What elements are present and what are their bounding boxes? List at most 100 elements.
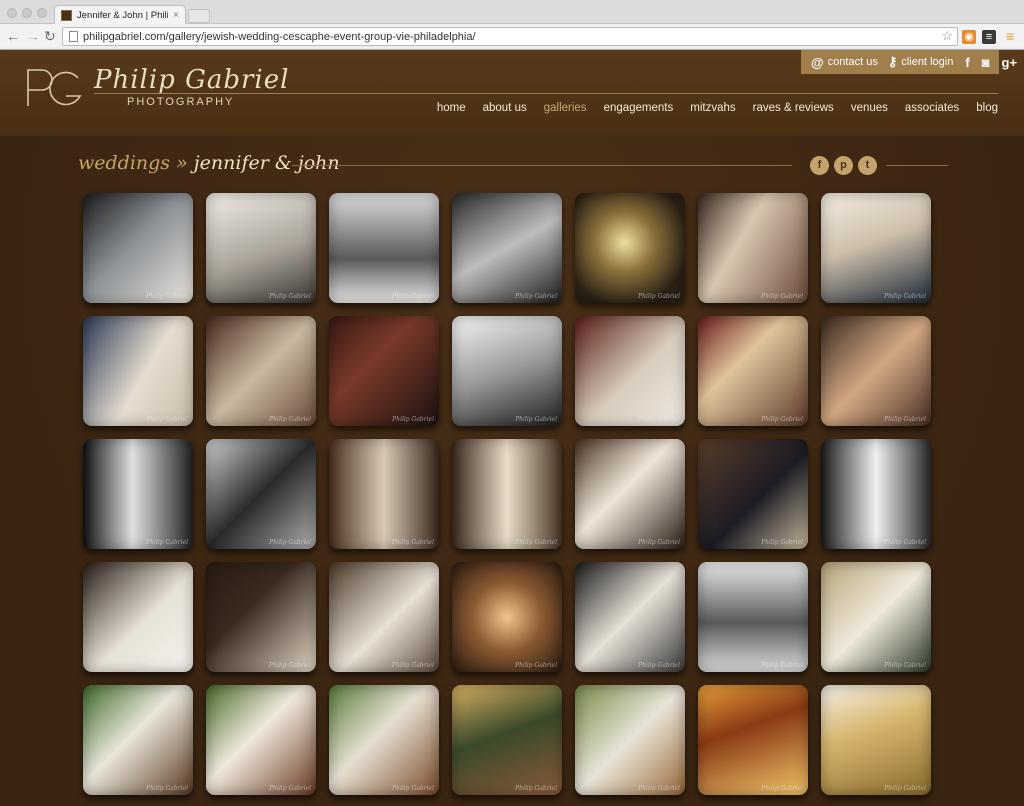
browser-tab[interactable]: Jennifer & John | Philip Ga × — [54, 5, 186, 25]
logo-name[interactable]: Philip Gabriel — [94, 65, 289, 95]
gallery-photo[interactable]: Philip Gabriel — [83, 193, 193, 303]
back-icon[interactable]: ← — [6, 28, 20, 44]
layers-extension-icon[interactable]: ≡ — [982, 30, 996, 44]
page-icon — [69, 31, 78, 42]
gallery-photo[interactable]: Philip Gabriel — [575, 562, 685, 672]
gallery-photo[interactable]: Philip Gabriel — [452, 562, 562, 672]
nav-about-us[interactable]: about us — [483, 102, 527, 114]
gallery-photo[interactable]: Philip Gabriel — [83, 316, 193, 426]
photo-watermark: Philip Gabriel — [884, 662, 926, 669]
window-minimize-button[interactable] — [22, 8, 32, 18]
keyhole-icon: ⚷ — [887, 54, 898, 69]
breadcrumb-separator: » — [176, 152, 188, 174]
photo-watermark: Philip Gabriel — [269, 539, 311, 546]
gallery-photo[interactable]: Philip Gabriel — [83, 439, 193, 549]
photo-watermark: Philip Gabriel — [392, 293, 434, 300]
photo-watermark: Philip Gabriel — [269, 662, 311, 669]
gallery-photo[interactable]: Philip Gabriel — [206, 193, 316, 303]
photo-watermark: Philip Gabriel — [392, 539, 434, 546]
photo-watermark: Philip Gabriel — [884, 785, 926, 792]
photo-watermark: Philip Gabriel — [638, 662, 680, 669]
gallery-photo[interactable]: Philip Gabriel — [206, 439, 316, 549]
gallery-photo[interactable]: Philip Gabriel — [206, 316, 316, 426]
share-facebook-icon[interactable]: f — [810, 156, 829, 175]
gallery-photo[interactable]: Philip Gabriel — [821, 439, 931, 549]
photo-watermark: Philip Gabriel — [515, 416, 557, 423]
gallery-photo[interactable]: Philip Gabriel — [821, 316, 931, 426]
gallery-photo[interactable]: Philip Gabriel — [329, 439, 439, 549]
browser-tab-strip: Jennifer & John | Philip Ga × — [0, 0, 1024, 25]
photo-watermark: Philip Gabriel — [761, 662, 803, 669]
gallery-photo[interactable]: Philip Gabriel — [452, 316, 562, 426]
tab-close-icon[interactable]: × — [173, 10, 179, 21]
logo-subtitle: PHOTOGRAPHY — [127, 96, 235, 108]
client-login-link[interactable]: client login — [901, 56, 953, 68]
gallery-photo[interactable]: Philip Gabriel — [329, 316, 439, 426]
googleplus-icon[interactable]: g+ — [1002, 55, 1018, 70]
photo-watermark: Philip Gabriel — [515, 539, 557, 546]
gallery-photo[interactable]: Philip Gabriel — [698, 439, 808, 549]
nav-blog[interactable]: blog — [976, 102, 998, 114]
pg-logo-mark[interactable] — [24, 64, 84, 110]
gallery-photo[interactable]: Philip Gabriel — [698, 316, 808, 426]
url-text: philipgabriel.com/gallery/jewish-wedding… — [83, 30, 476, 43]
bookmark-star-icon[interactable]: ☆ — [941, 28, 953, 44]
contact-us-link[interactable]: contact us — [828, 56, 878, 68]
nav-venues[interactable]: venues — [851, 102, 888, 114]
photo-watermark: Philip Gabriel — [761, 293, 803, 300]
gallery-photo[interactable]: Philip Gabriel — [575, 439, 685, 549]
address-toolbar: ← → ↻ philipgabriel.com/gallery/jewish-w… — [0, 24, 1024, 50]
gallery-photo[interactable]: Philip Gabriel — [821, 685, 931, 795]
gallery-photo[interactable]: Philip Gabriel — [698, 562, 808, 672]
photo-watermark: Philip Gabriel — [761, 416, 803, 423]
photo-grid: Philip Gabriel Philip Gabriel Philip Gabri… — [83, 193, 931, 795]
header-divider — [94, 93, 998, 94]
photo-watermark: Philip Gabriel — [638, 416, 680, 423]
photo-watermark: Philip Gabriel — [392, 785, 434, 792]
favicon-icon — [61, 10, 72, 21]
gallery-photo[interactable]: Philip Gabriel — [575, 316, 685, 426]
gallery-photo[interactable]: Philip Gabriel — [452, 193, 562, 303]
photo-watermark: Philip Gabriel — [515, 785, 557, 792]
rss-extension-icon[interactable]: ◉ — [962, 30, 976, 44]
nav-associates[interactable]: associates — [905, 102, 959, 114]
instagram-icon[interactable]: ◙ — [982, 55, 990, 70]
share-pinterest-icon[interactable]: p — [834, 156, 853, 175]
at-icon: @ — [811, 54, 824, 70]
gallery-photo[interactable]: Philip Gabriel — [83, 562, 193, 672]
gallery-photo[interactable]: Philip Gabriel — [698, 193, 808, 303]
gallery-photo[interactable]: Philip Gabriel — [452, 685, 562, 795]
window-close-button[interactable] — [7, 8, 17, 18]
gallery-photo[interactable]: Philip Gabriel — [575, 193, 685, 303]
gallery-photo[interactable]: Philip Gabriel — [206, 562, 316, 672]
share-twitter-icon[interactable]: t — [858, 156, 877, 175]
window-zoom-button[interactable] — [37, 8, 47, 18]
gallery-photo[interactable]: Philip Gabriel — [821, 193, 931, 303]
gallery-photo[interactable]: Philip Gabriel — [329, 685, 439, 795]
photo-watermark: Philip Gabriel — [269, 416, 311, 423]
url-bar[interactable]: philipgabriel.com/gallery/jewish-wedding… — [62, 27, 958, 46]
nav-mitzvahs[interactable]: mitzvahs — [690, 102, 735, 114]
breadcrumb-rule — [292, 165, 792, 166]
new-tab-button[interactable] — [188, 9, 210, 23]
gallery-photo[interactable]: Philip Gabriel — [329, 562, 439, 672]
photo-watermark: Philip Gabriel — [392, 416, 434, 423]
menu-icon[interactable]: ≡ — [1006, 28, 1014, 44]
gallery-content: weddings » jennifer & john f p t Philip … — [0, 136, 1024, 806]
gallery-photo[interactable]: Philip Gabriel — [329, 193, 439, 303]
nav-raves-reviews[interactable]: raves & reviews — [753, 102, 834, 114]
gallery-photo[interactable]: Philip Gabriel — [698, 685, 808, 795]
gallery-photo[interactable]: Philip Gabriel — [575, 685, 685, 795]
facebook-icon[interactable]: f — [965, 55, 969, 70]
gallery-photo[interactable]: Philip Gabriel — [206, 685, 316, 795]
breadcrumb-weddings-link[interactable]: weddings — [78, 152, 170, 174]
gallery-photo[interactable]: Philip Gabriel — [821, 562, 931, 672]
reload-icon[interactable]: ↻ — [44, 28, 56, 44]
gallery-photo[interactable]: Philip Gabriel — [452, 439, 562, 549]
nav-galleries[interactable]: galleries — [544, 102, 587, 114]
forward-icon[interactable]: → — [26, 28, 40, 44]
nav-engagements[interactable]: engagements — [604, 102, 674, 114]
nav-home[interactable]: home — [437, 102, 466, 114]
breadcrumb-rule-right — [886, 165, 948, 166]
gallery-photo[interactable]: Philip Gabriel — [83, 685, 193, 795]
